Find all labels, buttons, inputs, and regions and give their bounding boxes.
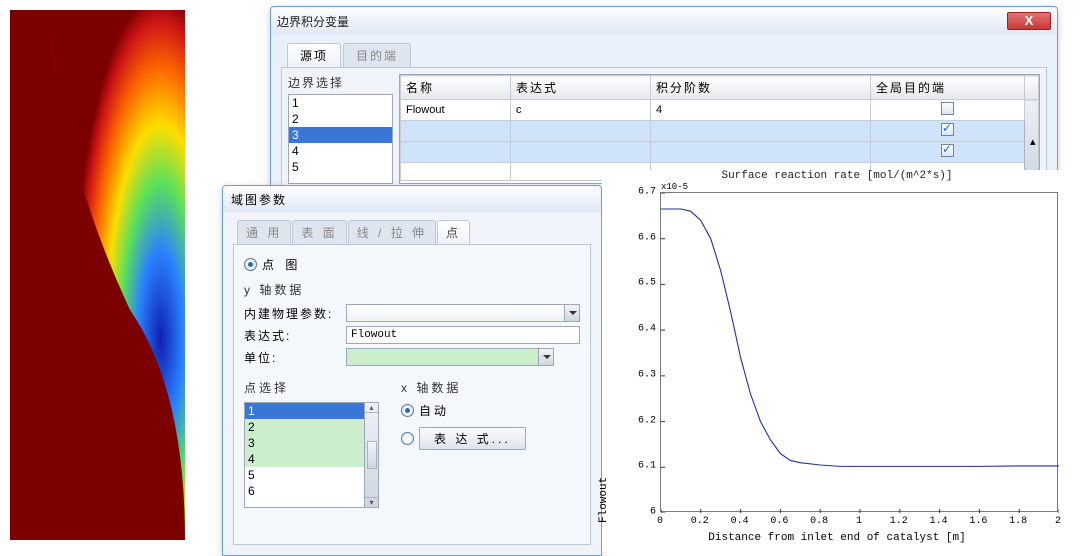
x-tick: 1.6 — [969, 516, 987, 527]
close-icon[interactable]: X — [1007, 12, 1051, 30]
tab-source[interactable]: 源项 — [287, 43, 341, 67]
expression-label: 表达式: — [244, 327, 342, 344]
y-tick: 6 — [630, 507, 656, 518]
boundary-integral-dialog: 边界积分变量 X 源项 目的端 边界选择 1 2 3 4 5 — [270, 6, 1058, 196]
table-header: 名称 表达式 积分阶数 全局目的端 — [401, 76, 1039, 100]
unit-combo[interactable] — [346, 348, 554, 366]
y-tick: 6.1 — [630, 461, 656, 472]
list-item[interactable]: 6 — [245, 483, 364, 499]
list-item[interactable]: 1 — [289, 95, 392, 111]
y-axis-label: Flowout — [598, 477, 610, 523]
unit-label: 单位: — [244, 349, 342, 366]
x-axis-label: Distance from inlet end of catalyst [m] — [602, 532, 1072, 544]
tab-line[interactable]: 线 / 拉 伸 — [348, 220, 436, 244]
x-tick: 1.8 — [1009, 516, 1027, 527]
expression-input[interactable] — [346, 326, 580, 344]
point-plot-radio[interactable]: 点 图 — [244, 256, 580, 273]
tab-destination[interactable]: 目的端 — [343, 43, 411, 67]
list-item[interactable]: 2 — [289, 111, 392, 127]
x-tick: 0.6 — [770, 516, 788, 527]
point-select-label: 点选择 — [244, 379, 379, 396]
radio-icon — [401, 404, 414, 417]
list-item[interactable]: 2 — [245, 419, 364, 435]
checkbox[interactable] — [941, 123, 954, 136]
list-item[interactable]: 5 — [289, 159, 392, 175]
boundary-select-label: 边界选择 — [288, 74, 393, 91]
builtin-combo[interactable] — [346, 304, 580, 322]
dialog-title: 域图参数 — [231, 191, 287, 208]
plot-area — [660, 192, 1058, 512]
chevron-down-icon — [538, 349, 553, 365]
table-row[interactable]: Flowoutc 4 ▴ — [401, 100, 1039, 121]
contour-plot — [10, 10, 185, 540]
x-tick: 1.4 — [930, 516, 948, 527]
builtin-label: 内建物理参数: — [244, 305, 342, 322]
x-expr-radio-row: 表 达 式... — [401, 427, 580, 450]
chevron-down-icon — [564, 305, 579, 321]
table-row[interactable] — [401, 142, 1039, 163]
x-tick: 0.4 — [731, 516, 749, 527]
list-item[interactable]: 5 — [245, 467, 364, 483]
dialog-titlebar[interactable]: 边界积分变量 X — [271, 7, 1057, 35]
point-listbox[interactable]: 1 2 3 4 5 6 — [244, 402, 365, 508]
x-tick: 1 — [856, 516, 862, 527]
y-tick: 6.7 — [630, 187, 656, 198]
variables-table[interactable]: 名称 表达式 积分阶数 全局目的端 Flowoutc 4 ▴ — [399, 74, 1040, 184]
x-tick: 1.2 — [890, 516, 908, 527]
x-tick: 0.8 — [810, 516, 828, 527]
chart: Surface reaction rate [mol/(m^2*s)] x10-… — [602, 170, 1072, 552]
radio-icon — [244, 258, 257, 271]
x-tick: 0 — [657, 516, 663, 527]
list-item[interactable]: 4 — [245, 451, 364, 467]
chart-title: Surface reaction rate [mol/(m^2*s)] — [602, 170, 1072, 182]
y-tick: 6.3 — [630, 369, 656, 380]
list-item[interactable]: 4 — [289, 143, 392, 159]
expression-button[interactable]: 表 达 式... — [419, 427, 526, 450]
list-item[interactable]: 3 — [289, 127, 392, 143]
tab-general[interactable]: 通 用 — [237, 220, 291, 244]
domain-plot-dialog: 域图参数 通 用 表 面 线 / 拉 伸 点 点 图 y 轴数据 内建物理参数:… — [222, 185, 602, 556]
table-row[interactable] — [401, 121, 1039, 142]
list-item[interactable]: 3 — [245, 435, 364, 451]
scrollbar[interactable]: ▴ — [1025, 100, 1039, 181]
dialog-titlebar[interactable]: 域图参数 — [223, 186, 601, 212]
checkbox[interactable] — [941, 144, 954, 157]
boundary-listbox[interactable]: 1 2 3 4 5 — [288, 94, 393, 184]
x-tick: 0.2 — [691, 516, 709, 527]
y-tick: 6.4 — [630, 324, 656, 335]
y-exponent: x10-5 — [661, 182, 688, 192]
checkbox[interactable] — [941, 102, 954, 115]
y-tick: 6.5 — [630, 278, 656, 289]
y-tick: 6.2 — [630, 415, 656, 426]
x-auto-radio[interactable]: 自动 — [401, 402, 580, 419]
y-tick: 6.6 — [630, 232, 656, 243]
radio-icon[interactable] — [401, 432, 414, 445]
scrollbar[interactable]: ▴▾ — [365, 402, 379, 508]
dialog-title: 边界积分变量 — [277, 13, 349, 30]
tab-surface[interactable]: 表 面 — [292, 220, 346, 244]
y-axis-section-label: y 轴数据 — [244, 281, 580, 298]
x-tick: 2 — [1055, 516, 1061, 527]
list-item[interactable]: 1 — [245, 403, 364, 419]
tab-point[interactable]: 点 — [437, 220, 470, 244]
x-axis-section-label: x 轴数据 — [401, 379, 580, 396]
